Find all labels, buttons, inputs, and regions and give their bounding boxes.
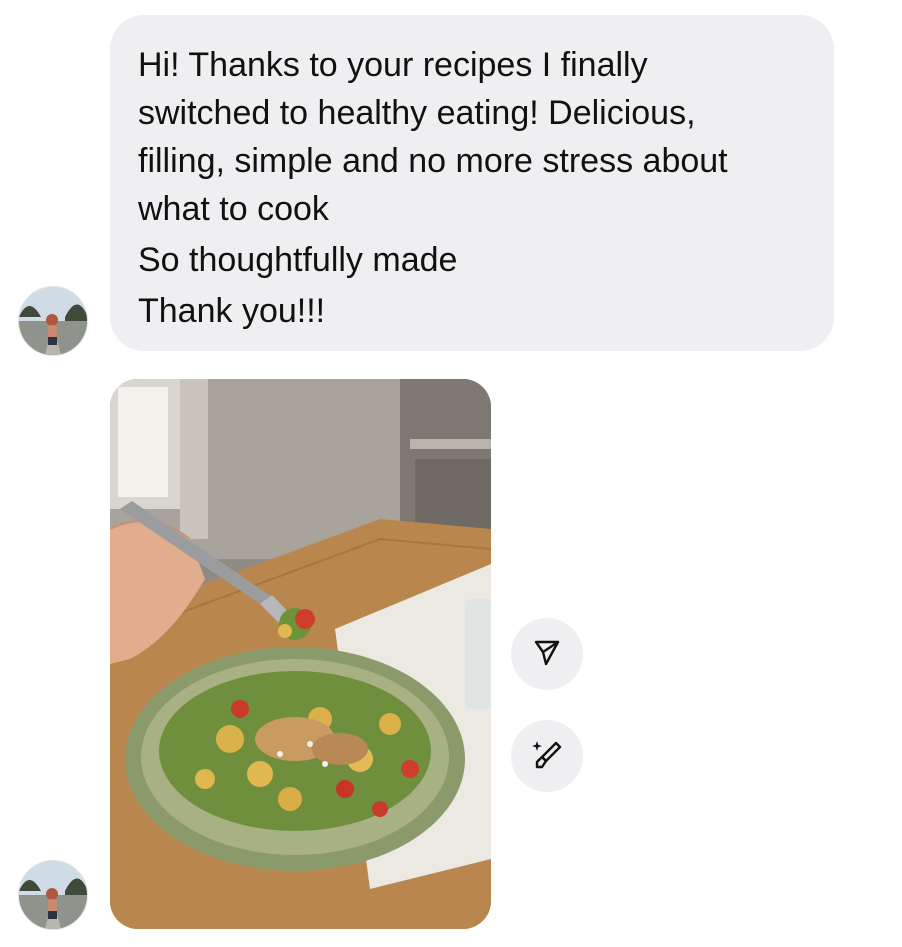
message-line: Hi! Thanks to your recipes I finally [138,46,648,84]
message-line: So thoughtfully made [138,241,458,279]
message-line: filling, simple and no more stress about [138,142,728,180]
message-line: what to cook [138,190,329,228]
paper-plane-icon [532,637,562,672]
sender-avatar[interactable] [18,286,88,356]
shared-photo[interactable] [110,379,491,929]
ai-edit-button[interactable] [511,720,583,792]
sparkle-brush-icon [530,737,564,776]
message-line: switched to healthy eating! Delicious, [138,94,696,132]
sender-avatar[interactable] [18,860,88,930]
message-bubble: Hi! Thanks to your recipes I finally swi… [110,15,834,351]
share-button[interactable] [511,618,583,690]
message-line: Thank you!!! [138,292,326,330]
